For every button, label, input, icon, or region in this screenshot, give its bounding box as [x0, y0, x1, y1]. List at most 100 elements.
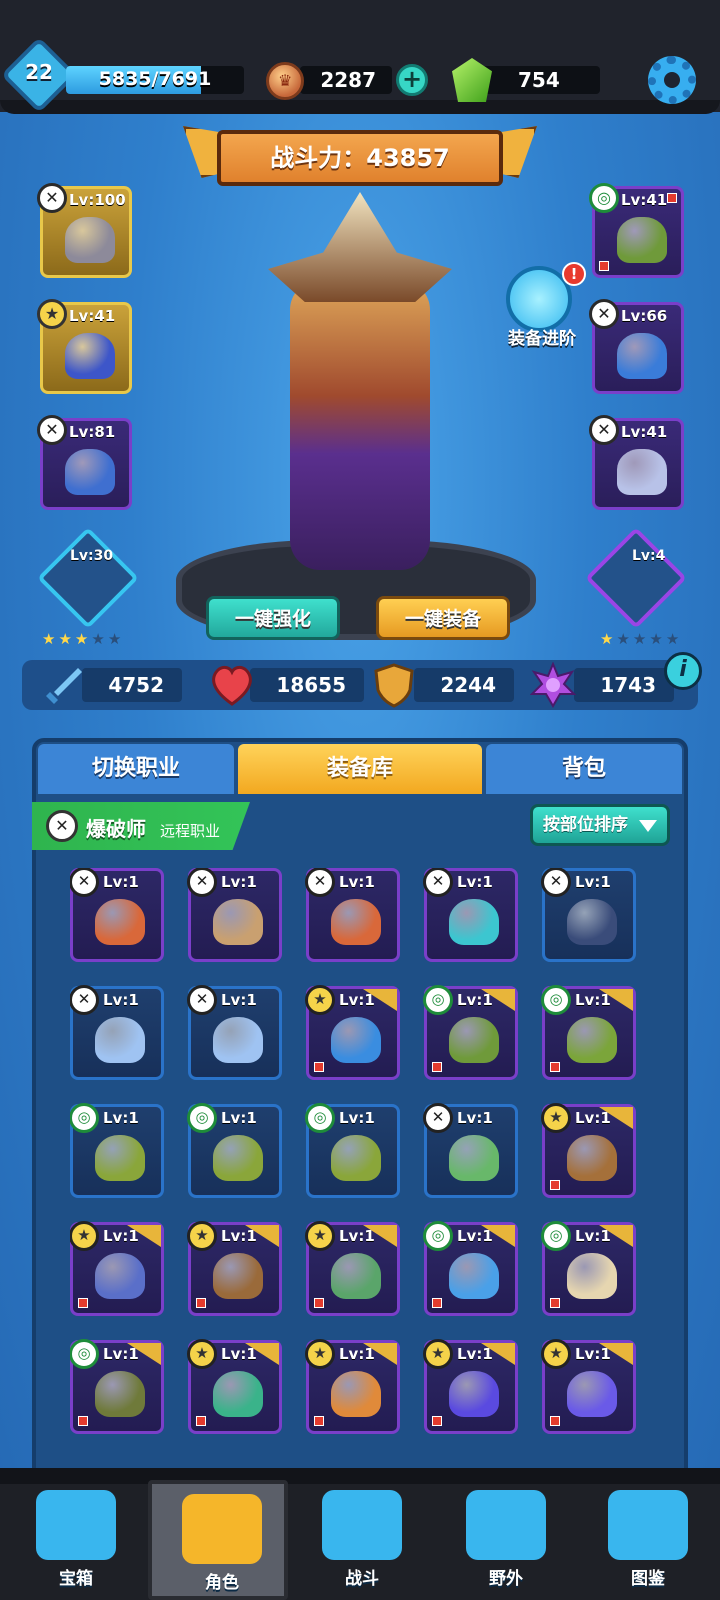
equipment-item-icon: [617, 333, 667, 379]
item-level: Lv:1: [575, 1109, 611, 1127]
slot-level: Lv:100: [69, 191, 126, 209]
nav-battle[interactable]: 战斗: [292, 1480, 432, 1600]
equip-slot-right-3[interactable]: ✕ Lv:41: [589, 415, 684, 510]
inventory-item[interactable]: ✕ Lv:1: [423, 868, 518, 962]
settings-gear-icon[interactable]: [648, 56, 696, 104]
inventory-item[interactable]: ★ Lv:1: [70, 1221, 164, 1316]
nav-codex[interactable]: 图鉴: [578, 1480, 718, 1600]
star-icon: ★: [305, 1221, 335, 1251]
equipment-item-icon: [331, 1253, 381, 1299]
star-icon: ★: [600, 630, 617, 648]
nav-wilds[interactable]: 野外: [436, 1480, 576, 1600]
equip-slot-left-2[interactable]: ★ Lv:41: [37, 299, 132, 394]
item-level: Lv:1: [339, 1227, 375, 1245]
equip-slot-left-1[interactable]: ✕ Lv:100: [37, 183, 132, 278]
game-screen: 22 5835/7691 2287 ♛ + 754 战斗力：43857 ✕ Lv…: [0, 0, 720, 1600]
target-icon: ◎: [589, 183, 619, 213]
equip-slot-right-1[interactable]: ◎ Lv:41: [589, 183, 684, 278]
slot-level: Lv:41: [621, 191, 668, 209]
equipment-item-icon: [567, 899, 617, 945]
class-x-icon: ✕: [70, 985, 99, 1015]
equipment-item-icon: [213, 1135, 263, 1181]
equipment-item-icon: [331, 1371, 381, 1417]
equip-slot-right-2[interactable]: ✕ Lv:66: [589, 299, 684, 394]
class-x-icon: ✕: [70, 868, 99, 897]
coin-symbol: ♛: [278, 71, 293, 90]
add-coins-button[interactable]: +: [396, 64, 428, 96]
equipment-item-icon: [331, 899, 381, 945]
inventory-item[interactable]: ◎ Lv:1: [305, 1103, 400, 1198]
equipment-item-icon: [617, 217, 667, 263]
equipment-item-icon: [331, 1017, 381, 1063]
inventory-item[interactable]: ◎ Lv:1: [187, 1103, 282, 1198]
tab-armory[interactable]: 装备库: [238, 744, 482, 794]
inventory-item[interactable]: ★ Lv:1: [423, 1339, 518, 1434]
combat-power-banner: 战斗力：43857: [183, 122, 537, 198]
nav-chest[interactable]: 宝箱: [6, 1480, 146, 1600]
sword-icon: [42, 664, 86, 708]
star-icon: ★: [305, 1339, 335, 1369]
star-icon: ★: [616, 630, 633, 648]
equipment-item-icon: [95, 1135, 145, 1181]
new-marker: [550, 1180, 560, 1190]
inventory-item[interactable]: ◎ Lv:1: [541, 1221, 636, 1316]
equipment-item-icon: [617, 449, 667, 495]
new-marker: [599, 261, 609, 271]
inventory-item[interactable]: ★ Lv:1: [305, 985, 400, 1080]
inventory-item[interactable]: ✕ Lv:1: [541, 868, 636, 962]
inventory-item[interactable]: ◎ Lv:1: [423, 985, 518, 1080]
pet-slot-left[interactable]: [37, 527, 139, 629]
inventory-item[interactable]: ◎ Lv:1: [70, 1103, 164, 1198]
target-icon: ◎: [70, 1339, 99, 1369]
inventory-item[interactable]: ★ Lv:1: [187, 1339, 282, 1434]
inventory-item[interactable]: ★ Lv:1: [541, 1339, 636, 1434]
auto-equip-button[interactable]: 一键装备: [376, 596, 510, 640]
equip-slot-left-3[interactable]: ✕ Lv:81: [37, 415, 132, 510]
stats-info-button[interactable]: i: [664, 652, 702, 690]
shield-icon: [372, 662, 416, 708]
inventory-item[interactable]: ✕ Lv:1: [423, 1103, 518, 1198]
inventory-item[interactable]: ✕ Lv:1: [305, 868, 400, 962]
inventory-item[interactable]: ◎ Lv:1: [541, 985, 636, 1080]
class-x-icon: ✕: [423, 1103, 453, 1133]
auto-enhance-button[interactable]: 一键强化: [206, 596, 340, 640]
inventory-item[interactable]: ◎ Lv:1: [423, 1221, 518, 1316]
item-level: Lv:1: [457, 1345, 493, 1363]
class-x-icon: ✕: [187, 868, 217, 897]
inventory-item[interactable]: ✕ Lv:1: [187, 868, 282, 962]
inventory-item[interactable]: ★ Lv:1: [541, 1103, 636, 1198]
equipment-item-icon: [567, 1371, 617, 1417]
inventory-item[interactable]: ◎ Lv:1: [70, 1339, 164, 1434]
inventory-item[interactable]: ★ Lv:1: [305, 1221, 400, 1316]
heart-icon: [208, 662, 252, 706]
tab-backpack[interactable]: 背包: [486, 744, 682, 794]
new-marker: [432, 1062, 442, 1072]
hp-stat: 18655: [250, 668, 364, 702]
sort-by-slot-dropdown[interactable]: 按部位排序: [530, 804, 670, 846]
equipment-item-icon: [567, 1253, 617, 1299]
pet-slot-right[interactable]: [585, 527, 687, 629]
equipment-item-icon: [65, 333, 115, 379]
inventory-item[interactable]: ★ Lv:1: [187, 1221, 282, 1316]
slot-level: Lv:81: [69, 423, 116, 441]
equipment-item-icon: [65, 449, 115, 495]
sort-label: 按部位排序: [543, 815, 628, 835]
inventory-item[interactable]: ✕ Lv:1: [187, 985, 282, 1080]
hero-character[interactable]: [290, 280, 430, 570]
new-marker: [196, 1298, 206, 1308]
equipment-advance-label: 装备进阶: [508, 329, 576, 349]
magic-sun-icon: [529, 661, 577, 708]
equipment-item-icon: [449, 1017, 499, 1063]
inventory-item[interactable]: ✕ Lv:1: [70, 985, 164, 1080]
star-icon: ★: [632, 630, 650, 648]
inventory-item[interactable]: ✕ Lv:1: [70, 868, 164, 962]
equipment-item-icon: [449, 1135, 499, 1181]
equipment-item-icon: [449, 899, 499, 945]
coin-amount: 2287: [300, 66, 392, 94]
tab-switch-class[interactable]: 切换职业: [38, 744, 234, 794]
item-level: Lv:1: [575, 1345, 611, 1363]
slot-level: Lv:66: [621, 307, 668, 325]
inventory-item[interactable]: ★ Lv:1: [305, 1339, 400, 1434]
class-x-icon: ✕: [589, 415, 619, 445]
nav-character[interactable]: 角色: [148, 1480, 288, 1600]
